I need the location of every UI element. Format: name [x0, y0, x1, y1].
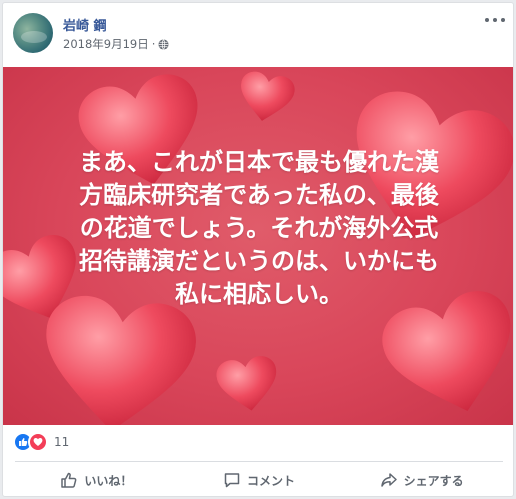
post-meta: 2018年9月19日 ·: [63, 36, 169, 52]
heart-decoration: [216, 356, 277, 411]
comment-button-label: コメント: [247, 473, 296, 488]
like-button[interactable]: いいね！: [15, 471, 178, 489]
like-button-label: いいね！: [84, 473, 133, 488]
globe-icon[interactable]: [158, 38, 169, 50]
meta-separator: ·: [151, 37, 156, 51]
heart-decoration: [241, 71, 295, 121]
comment-icon: [224, 473, 240, 488]
share-icon: [380, 473, 397, 487]
comment-button[interactable]: コメント: [178, 471, 341, 489]
post-date[interactable]: 2018年9月19日: [63, 36, 149, 52]
post-card: 岩崎 鋼 2018年9月19日 · まあ、これが日本で最も優れた漢 方臨床研究者…: [2, 2, 514, 497]
love-icon: [28, 432, 48, 452]
action-bar: いいね！ コメント シェアする: [15, 463, 503, 496]
author-name[interactable]: 岩崎 鋼: [63, 15, 107, 34]
post-header: 岩崎 鋼 2018年9月19日 ·: [3, 3, 513, 67]
share-button[interactable]: シェアする: [340, 471, 503, 489]
share-button-label: シェアする: [403, 473, 464, 488]
more-options-icon[interactable]: [485, 13, 505, 27]
avatar[interactable]: [13, 13, 53, 53]
post-text: まあ、これが日本で最も優れた漢 方臨床研究者であった私の、最後 の花道でしょう。…: [79, 148, 439, 308]
reactions-summary[interactable]: 11: [13, 432, 69, 452]
reaction-count[interactable]: 11: [54, 435, 69, 449]
post-background: まあ、これが日本で最も優れた漢 方臨床研究者であった私の、最後 の花道でしょう。…: [3, 67, 513, 425]
thumbs-up-icon: [61, 472, 77, 488]
divider: [15, 461, 503, 462]
